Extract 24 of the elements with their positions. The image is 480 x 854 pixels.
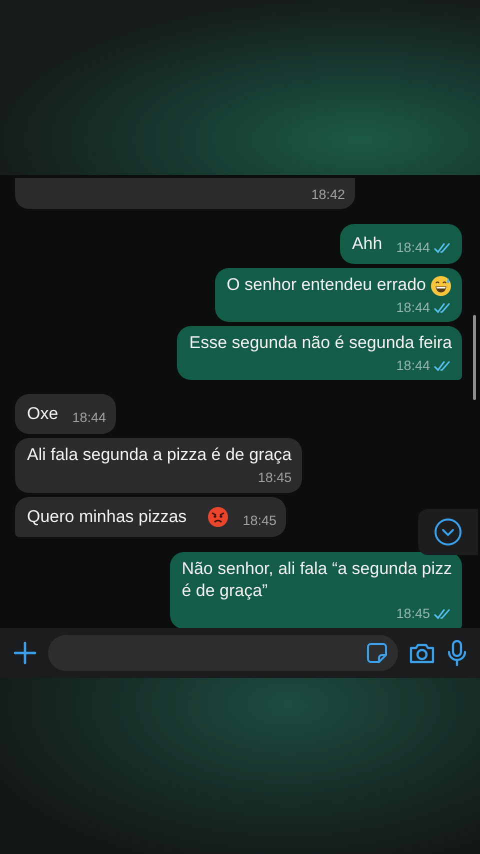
chevron-down-icon <box>434 518 462 546</box>
message-time: 18:42 <box>311 186 345 204</box>
scrollbar[interactable] <box>473 315 476 400</box>
message-time: 18:45 <box>242 512 276 530</box>
message-text: Ali fala segunda a pizza é de graça <box>27 444 292 466</box>
message-time: 18:45 <box>396 605 430 624</box>
message-time: 18:45 <box>258 469 292 488</box>
message-text: Oxe <box>27 403 58 426</box>
message-input-field[interactable] <box>48 635 398 671</box>
message-time: 18:44 <box>72 409 106 428</box>
message-text: Não senhor, ali fala “a segunda pizz <box>182 558 452 580</box>
message-text: Ahh <box>352 233 382 256</box>
microphone-icon[interactable] <box>446 639 468 667</box>
message-text: Esse segunda não é segunda feira <box>189 332 452 354</box>
message-time: 18:44 <box>396 357 430 376</box>
message-text: O senhor entendeu errado <box>226 274 426 296</box>
message-time: 18:44 <box>396 299 430 318</box>
sticker-icon[interactable] <box>366 642 388 664</box>
message-text: é de graça” <box>182 580 268 602</box>
message-text: Quero minhas pizzas <box>27 506 187 528</box>
message-time: 18:44 <box>396 239 430 258</box>
add-icon[interactable] <box>12 640 38 666</box>
camera-icon[interactable] <box>408 641 436 665</box>
scroll-down-button[interactable] <box>418 509 478 555</box>
